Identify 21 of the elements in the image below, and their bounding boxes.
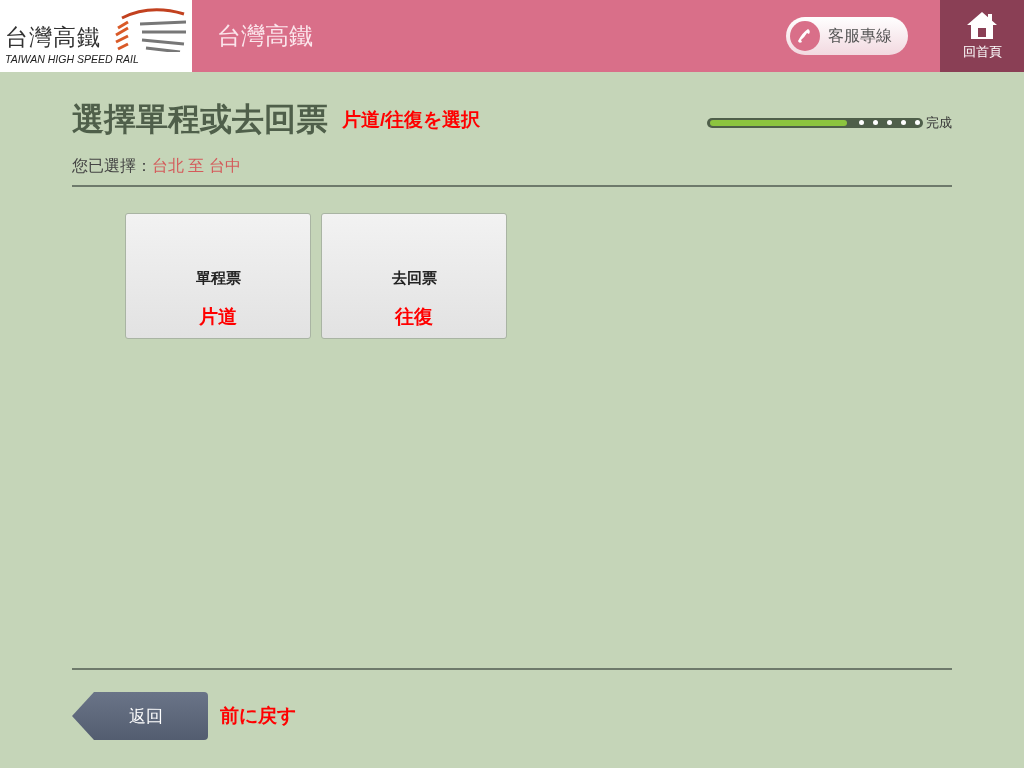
selected-route: 台北 至 台中	[152, 156, 241, 176]
step-dot	[915, 120, 920, 125]
title-translation: 片道/往復を選択	[342, 108, 481, 132]
step-dot	[887, 120, 892, 125]
step-dot	[859, 120, 864, 125]
progress-end-label: 完成	[926, 114, 952, 132]
selection-label: 您已選擇：	[72, 156, 152, 176]
header-title: 台灣高鐵	[217, 21, 314, 51]
logo-subtext: TAIWAN HIGH SPEED RAIL	[5, 52, 140, 65]
step-dot	[873, 120, 878, 125]
page-title: 選擇單程或去回票	[72, 100, 328, 139]
back-button[interactable]: 返回	[72, 692, 208, 740]
step-dot	[901, 120, 906, 125]
home-button[interactable]: 回首頁	[940, 0, 1024, 72]
ticket-option-button[interactable]: 單程票 片道	[125, 213, 311, 339]
ticket-option-button[interactable]: 去回票 往復	[321, 213, 507, 339]
house-icon	[966, 11, 998, 39]
phone-icon	[790, 21, 820, 51]
customer-service-button[interactable]: 客服專線	[786, 17, 908, 55]
logo-text: 台灣高鐵	[5, 22, 101, 52]
back-translation: 前に戻す	[220, 704, 296, 728]
